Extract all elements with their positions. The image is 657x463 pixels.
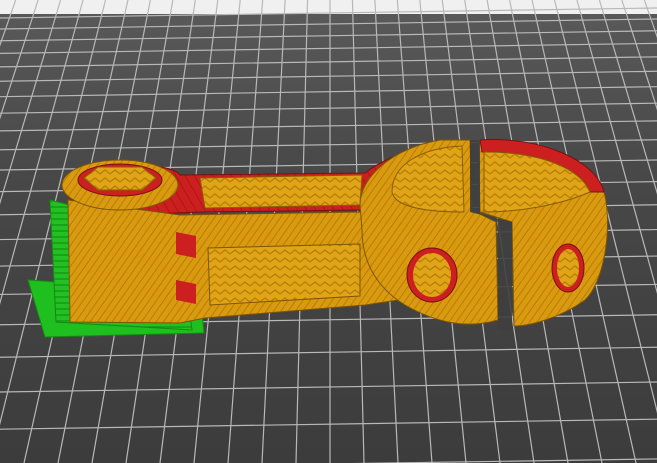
grid-line	[0, 139, 657, 151]
grid-line	[351, 458, 657, 463]
grid-line	[0, 346, 657, 358]
print-bed-scene[interactable]	[0, 0, 657, 463]
3d-viewport[interactable]	[0, 0, 657, 463]
grid-line	[598, 0, 657, 195]
model-clamp	[359, 139, 608, 330]
grid-line	[621, 0, 657, 111]
grid-line	[0, 70, 657, 82]
grid-line	[0, 42, 657, 54]
grid-line	[0, 86, 657, 98]
grid-line	[0, 102, 657, 114]
grid-line	[0, 56, 657, 68]
grid-line	[0, 30, 657, 42]
grid-line	[0, 381, 657, 393]
grid-line	[643, 0, 657, 39]
